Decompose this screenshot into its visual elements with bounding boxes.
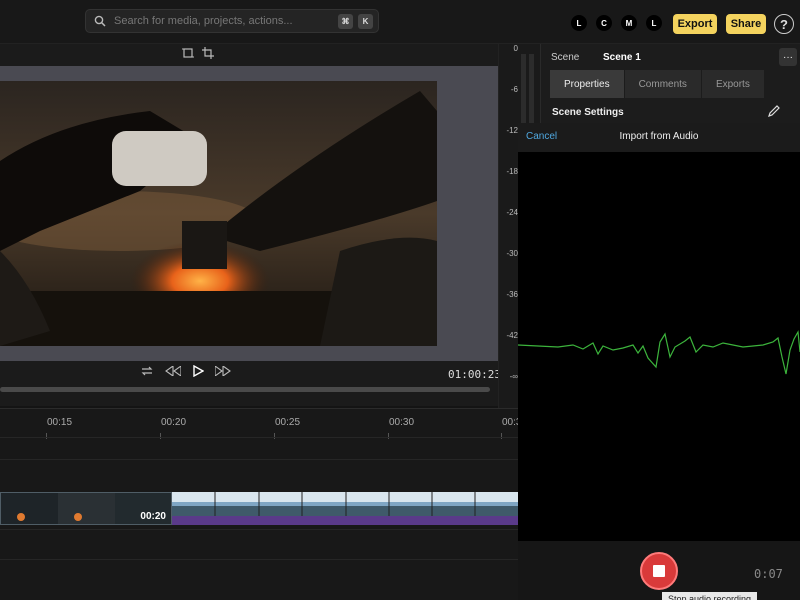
ruler-label: 00:15 — [47, 417, 73, 428]
meter-label: -30 — [506, 249, 518, 258]
search-input[interactable]: Search for media, projects, actions... ⌘… — [85, 9, 379, 33]
audio-track-strip[interactable] — [172, 516, 518, 525]
video-clip-landscape[interactable] — [172, 492, 518, 516]
track-divider — [0, 459, 518, 460]
loop-icon[interactable] — [140, 365, 154, 377]
ruler-tick — [388, 433, 389, 439]
help-icon[interactable]: ? — [774, 14, 794, 34]
ruler-label: 00:3 — [502, 417, 518, 428]
playback-scrubber[interactable] — [0, 387, 490, 392]
layout-mode-m[interactable]: M — [621, 15, 637, 31]
ruler-tick — [274, 433, 275, 439]
import-audio-panel: Cancel Import from Audio 0:07 Stop audio… — [518, 123, 800, 600]
fast-forward-icon[interactable] — [215, 366, 231, 376]
import-audio-header: Cancel Import from Audio — [518, 123, 800, 152]
panel-tabs: Properties Comments Exports — [550, 70, 765, 98]
clip-timecode: 00:20 — [140, 511, 166, 522]
ruler-tick — [501, 433, 502, 439]
playback-timecode: 01:00:23 — [448, 368, 501, 381]
meter-label: -12 — [506, 126, 518, 135]
import-audio-title: Import from Audio — [619, 131, 699, 142]
top-bar: Search for media, projects, actions... ⌘… — [0, 0, 800, 44]
scene-settings-title: Scene Settings — [552, 107, 624, 118]
ruler-label: 00:20 — [161, 417, 187, 428]
search-placeholder: Search for media, projects, actions... — [114, 15, 293, 27]
canvas-tools — [182, 47, 214, 59]
timeline: 00:15 00:20 00:25 00:30 00:3 00:20 — [0, 408, 518, 600]
track-divider — [0, 437, 518, 438]
preview-stage — [0, 66, 498, 361]
tab-comments[interactable]: Comments — [624, 70, 702, 98]
share-button[interactable]: Share — [726, 14, 766, 34]
layout-mode-group: L C M L — [571, 15, 662, 31]
transport-controls — [140, 365, 231, 377]
video-clip-campfire[interactable]: 00:20 — [0, 492, 172, 525]
video-frame — [0, 81, 437, 346]
crop-icon[interactable] — [202, 47, 214, 59]
stop-recording-tooltip: Stop audio recording — [662, 592, 758, 600]
meter-label: -36 — [506, 290, 518, 299]
search-icon — [94, 15, 106, 27]
pencil-icon[interactable] — [767, 104, 781, 118]
more-options-button[interactable]: ··· — [779, 48, 797, 66]
meter-label: -∞ — [509, 372, 518, 381]
recording-elapsed-time: 0:07 — [754, 567, 783, 581]
ruler-tick — [46, 433, 47, 439]
shortcut-key-k: K — [358, 13, 373, 29]
scene-name[interactable]: Scene 1 — [603, 52, 641, 63]
ruler-label: 00:30 — [389, 417, 415, 428]
scene-label: Scene — [551, 52, 580, 63]
meter-label: -42 — [506, 331, 518, 340]
properties-panel: Scene Scene 1 ··· Properties Comments Ex… — [540, 44, 800, 124]
track-divider — [0, 529, 518, 530]
layout-mode-l1[interactable]: L — [571, 15, 587, 31]
tab-properties[interactable]: Properties — [550, 70, 625, 98]
ruler-tick — [160, 433, 161, 439]
rewind-icon[interactable] — [165, 366, 181, 376]
track-divider — [0, 559, 518, 560]
play-icon[interactable] — [192, 365, 204, 377]
shortcut-key-cmd: ⌘ — [338, 13, 353, 29]
layout-mode-c[interactable]: C — [596, 15, 612, 31]
video-preview: 01:00:23 — [0, 44, 501, 406]
meter-label: 0 — [513, 44, 518, 53]
resize-icon[interactable] — [182, 47, 194, 59]
stop-icon — [653, 565, 665, 577]
export-button[interactable]: Export — [673, 14, 717, 34]
layout-mode-l2[interactable]: L — [646, 15, 662, 31]
recording-footer: 0:07 Stop audio recording — [518, 541, 800, 600]
meter-label: -6 — [510, 85, 518, 94]
stop-recording-button[interactable] — [640, 552, 678, 590]
meter-label: -18 — [506, 167, 518, 176]
ruler-label: 00:25 — [275, 417, 301, 428]
tab-exports[interactable]: Exports — [701, 70, 765, 98]
audio-waveform — [518, 330, 800, 375]
meter-label: -24 — [506, 208, 518, 217]
